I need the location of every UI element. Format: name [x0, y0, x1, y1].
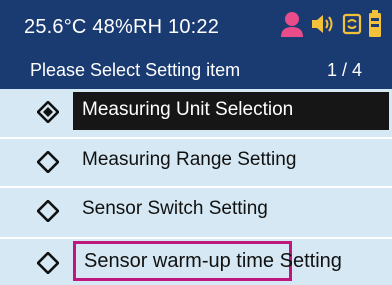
humidity-value: 48%RH — [92, 16, 163, 38]
menu-item-label: Measuring Unit Selection — [73, 92, 389, 130]
speaker-icon — [310, 12, 336, 41]
time-value: 10:22 — [168, 16, 220, 38]
settings-menu: Measuring Unit Selection Measuring Range… — [0, 89, 392, 285]
radio-selected-icon — [36, 100, 60, 124]
radio-unselected-icon — [36, 199, 60, 223]
menu-item-label: Measuring Range Setting — [82, 149, 297, 170]
user-icon — [280, 10, 304, 43]
menu-item-label: Sensor Switch Setting — [82, 198, 268, 219]
temperature-value: 25.6°C — [24, 16, 87, 38]
battery-icon — [368, 9, 382, 43]
menu-item-sensor-warmup[interactable]: Sensor warm-up time Setting — [0, 237, 392, 285]
radio-unselected-icon — [36, 251, 60, 275]
status-icons — [280, 9, 382, 43]
device-screen: 25.6°C 48%RH 10:22 Please Select Setting… — [0, 0, 392, 285]
menu-header: Please Select Setting item 1 / 4 — [0, 52, 392, 89]
status-readout: 25.6°C 48%RH 10:22 — [24, 16, 219, 39]
menu-title: Please Select Setting item — [30, 60, 241, 80]
menu-item-label: Sensor warm-up time Setting — [84, 250, 342, 272]
menu-item-sensor-switch[interactable]: Sensor Switch Setting — [0, 186, 392, 230]
radio-unselected-icon — [36, 150, 60, 174]
page-indicator: 1 / 4 — [326, 60, 362, 80]
menu-item-measuring-range[interactable]: Measuring Range Setting — [0, 137, 392, 181]
sync-icon — [342, 12, 362, 41]
menu-item-measuring-unit[interactable]: Measuring Unit Selection — [0, 89, 392, 133]
status-bar: 25.6°C 48%RH 10:22 — [0, 0, 392, 52]
